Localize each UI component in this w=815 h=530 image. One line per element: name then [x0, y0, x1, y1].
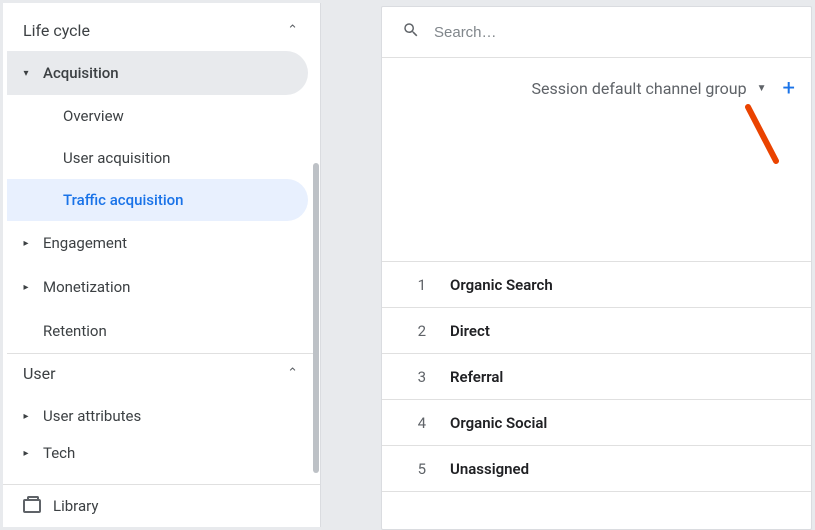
row-value: Unassigned [450, 460, 529, 478]
section-life-cycle[interactable]: Life cycle ⌃ [7, 11, 314, 51]
caret-right-icon: ▸ [21, 238, 31, 249]
nav-label: User acquisition [63, 149, 170, 167]
folder-icon [23, 499, 41, 513]
search-input[interactable] [434, 24, 791, 41]
table-row[interactable]: 2 Direct [382, 308, 811, 354]
scrollbar[interactable] [313, 163, 319, 473]
row-number: 4 [402, 414, 450, 432]
section-user[interactable]: User ⌃ [7, 353, 314, 394]
nav-label: Overview [63, 107, 124, 125]
nav-user-acquisition[interactable]: User acquisition [7, 137, 308, 179]
section-title: Life cycle [23, 21, 90, 40]
main-panel: Session default channel group ▼ + 1 Orga… [321, 3, 812, 527]
table-row[interactable]: 4 Organic Social [382, 400, 811, 446]
chevron-up-icon: ⌃ [287, 23, 298, 38]
nav-retention[interactable]: Retention [7, 309, 308, 353]
library-button[interactable]: Library [3, 484, 320, 527]
table-row[interactable]: 3 Referral [382, 354, 811, 400]
caret-down-icon: ▾ [21, 68, 31, 79]
row-number: 1 [402, 276, 450, 294]
chevron-up-icon: ⌃ [287, 366, 298, 381]
nav-engagement[interactable]: ▸ Engagement [7, 221, 308, 265]
row-value: Organic Social [450, 414, 547, 432]
row-number: 3 [402, 368, 450, 386]
row-value: Referral [450, 368, 503, 386]
nav-label: User attributes [43, 407, 141, 425]
nav-label: Acquisition [43, 64, 119, 82]
row-value: Organic Search [450, 276, 553, 294]
nav-acquisition[interactable]: ▾ Acquisition [7, 51, 308, 95]
caret-right-icon: ▸ [21, 411, 31, 422]
caret-right-icon: ▸ [21, 282, 31, 293]
nav-traffic-acquisition[interactable]: Traffic acquisition [7, 179, 308, 221]
row-number: 2 [402, 322, 450, 340]
nav-overview[interactable]: Overview [7, 95, 308, 137]
row-value: Direct [450, 322, 490, 340]
row-number: 5 [402, 460, 450, 478]
add-dimension-button[interactable]: + [777, 76, 801, 101]
library-label: Library [53, 497, 98, 515]
nav-label: Retention [43, 322, 107, 340]
table-row[interactable]: 1 Organic Search [382, 262, 811, 308]
table-row[interactable]: 5 Unassigned [382, 446, 811, 492]
nav-label: Traffic acquisition [63, 191, 184, 209]
search-icon [402, 21, 420, 43]
dropdown-caret-icon[interactable]: ▼ [757, 83, 767, 94]
channel-table: 1 Organic Search 2 Direct 3 Referral 4 O… [382, 261, 811, 492]
nav-label: Tech [43, 444, 75, 462]
nav-user-attributes[interactable]: ▸ User attributes [7, 394, 308, 438]
dimension-dropdown[interactable]: Session default channel group [532, 79, 747, 98]
section-title: User [23, 364, 56, 383]
sidebar: Life cycle ⌃ ▾ Acquisition Overview User… [3, 3, 321, 527]
nav-label: Monetization [43, 278, 130, 296]
nav-label: Engagement [43, 234, 127, 252]
caret-right-icon: ▸ [21, 448, 31, 459]
search-row [382, 7, 811, 58]
nav-tech[interactable]: ▸ Tech [7, 438, 308, 468]
nav-monetization[interactable]: ▸ Monetization [7, 265, 308, 309]
